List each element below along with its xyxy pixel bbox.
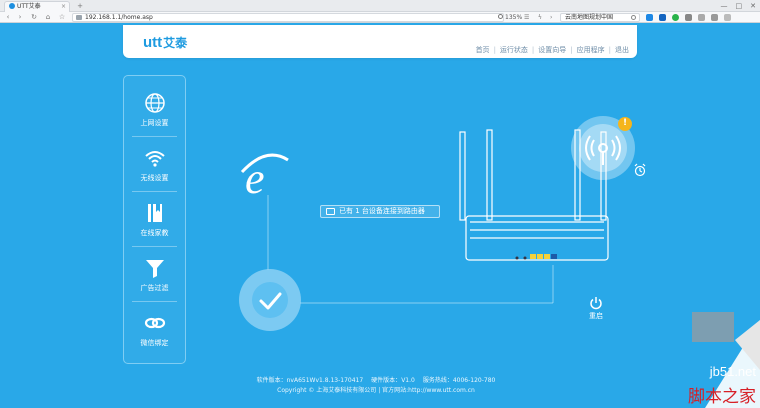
- alarm-clock-icon: [634, 163, 646, 177]
- sidebar-item-ad-filter[interactable]: 广告过滤: [128, 246, 181, 301]
- home-icon[interactable]: ⌂: [42, 12, 54, 23]
- chat-extension-icon[interactable]: [672, 14, 679, 21]
- globe-icon: [144, 93, 165, 113]
- address-input[interactable]: 192.168.1.1/home.asp: [72, 13, 504, 22]
- forward-icon[interactable]: ›: [14, 12, 26, 23]
- watermark-site: jb51.net: [709, 364, 756, 379]
- cart-extension-icon[interactable]: [711, 14, 718, 21]
- nav-separator: |: [570, 46, 573, 54]
- software-version: nvA651Wv1.8.13-170417: [286, 377, 364, 384]
- nav-separator: |: [531, 46, 535, 54]
- nav-separator: |: [608, 46, 611, 54]
- copyright-text: Copyright © 上海艾泰科技有限公司: [277, 387, 377, 394]
- sidebar-item-wechat-binding[interactable]: 微信绑定: [128, 301, 181, 356]
- hardware-version: V1.0: [401, 377, 415, 384]
- maximize-icon[interactable]: □: [736, 0, 743, 12]
- minimize-icon[interactable]: —: [721, 0, 728, 12]
- zoom-level: 135%: [505, 14, 523, 21]
- nav-logout[interactable]: 退出: [615, 46, 629, 55]
- translate-extension-icon[interactable]: [659, 14, 666, 21]
- sidebar-item-online-tutoring[interactable]: 在线家教: [128, 191, 181, 246]
- chevron-right-icon[interactable]: ›: [550, 12, 552, 23]
- hardware-version-label: 硬件版本：: [371, 377, 402, 384]
- power-icon: [590, 297, 602, 310]
- sidebar-item-label: 无线设置: [140, 174, 169, 182]
- hotline-label: 服务热线：: [422, 377, 453, 384]
- back-icon[interactable]: ‹: [2, 12, 14, 23]
- search-input[interactable]: 云南地图规划中国: [560, 13, 640, 22]
- browser-toolbar: ‹ › ↻ ⌂ ☆ 192.168.1.1/home.asp 135% ☰ ϟ …: [0, 12, 760, 23]
- logo-cn: 艾泰: [163, 36, 188, 50]
- new-tab-icon[interactable]: +: [74, 0, 86, 11]
- nav-applications[interactable]: 应用程序: [577, 46, 605, 55]
- nav-home[interactable]: 首页: [476, 46, 490, 55]
- sidebar: 上网设置 无线设置 在线家教 广告过滤 微信绑定: [123, 75, 186, 364]
- browser-tab[interactable]: UTT艾泰 ×: [4, 1, 70, 12]
- connected-devices-message[interactable]: 已有 1 台设备连接到路由器: [320, 205, 440, 218]
- wifi-icon: [144, 151, 165, 167]
- nav-setup-wizard[interactable]: 设置向导: [538, 46, 566, 55]
- software-version-label: 软件版本：: [256, 377, 287, 384]
- footer-copyright-line: Copyright © 上海艾泰科技有限公司 | 官方网站:http://www…: [277, 387, 475, 394]
- tab-title: UTT艾泰: [17, 3, 41, 10]
- monitor-icon: [326, 208, 335, 215]
- sidebar-item-label: 微信绑定: [140, 339, 169, 347]
- page-icon: [76, 15, 82, 20]
- search-text: 云南地图规划中国: [565, 14, 614, 21]
- zoom-indicator[interactable]: 135%: [498, 12, 522, 23]
- zoom-icon: [498, 14, 503, 19]
- hotline: 4006-120-780: [452, 377, 496, 384]
- footer-version-line: 软件版本：nvA651Wv1.8.13-170417 硬件版本：V1.0 服务热线：…: [186, 376, 566, 386]
- utt-favicon-icon: [9, 3, 15, 9]
- connected-check-icon: [239, 269, 301, 331]
- extension-icons: [646, 12, 731, 23]
- official-site-link[interactable]: http://www.utt.com.cn: [408, 387, 475, 394]
- menu-extension-icon[interactable]: [724, 14, 731, 21]
- utt-logo: utt艾泰: [143, 34, 187, 51]
- tab-close-icon[interactable]: ×: [61, 2, 66, 12]
- search-icon: [631, 15, 636, 20]
- router-ports-icon: [515, 254, 557, 260]
- chain-link-icon: [144, 317, 165, 329]
- internet-explorer-icon: e: [240, 153, 289, 203]
- lightning-icon[interactable]: ϟ: [538, 12, 542, 23]
- translate-icon[interactable]: ☰: [524, 12, 529, 23]
- book-icon: [147, 204, 162, 222]
- scissors-extension-icon[interactable]: [698, 14, 705, 21]
- router-header: utt艾泰 首页 | 运行状态 | 设置向导 | 应用程序 | 退出: [123, 25, 637, 58]
- footer: 软件版本：nvA651Wv1.8.13-170417 硬件版本：V1.0 服务热线：…: [186, 376, 566, 396]
- nav-status[interactable]: 运行状态: [500, 46, 528, 55]
- sidebar-item-wireless-settings[interactable]: 无线设置: [128, 136, 181, 191]
- sidebar-item-internet-settings[interactable]: 上网设置: [128, 83, 181, 136]
- logo-text: utt: [143, 34, 163, 51]
- play-extension-icon[interactable]: [646, 14, 653, 21]
- address-text: 192.168.1.1/home.asp: [85, 14, 153, 21]
- sidebar-item-label: 在线家教: [140, 229, 169, 237]
- reboot-button[interactable]: 重启: [585, 296, 607, 321]
- sidebar-item-label: 广告过滤: [140, 284, 169, 292]
- bookmark-icon[interactable]: ☆: [56, 12, 68, 23]
- browser-tab-bar: UTT艾泰 × + — □ ✕: [0, 0, 760, 12]
- screenshot-extension-icon[interactable]: [685, 14, 692, 21]
- nav-separator: |: [493, 46, 496, 54]
- top-navigation: 首页 | 运行状态 | 设置向导 | 应用程序 | 退出: [476, 46, 629, 55]
- network-topology: e: [239, 116, 646, 331]
- watermark: jb51.net 脚本之家: [628, 364, 760, 408]
- alert-badge-text: !: [622, 118, 628, 128]
- official-site-label: 官方网站:: [382, 387, 409, 394]
- filter-funnel-icon: [145, 260, 164, 278]
- reload-icon[interactable]: ↻: [28, 12, 40, 23]
- reboot-label: 重启: [589, 312, 603, 320]
- sidebar-item-label: 上网设置: [140, 119, 169, 127]
- connected-devices-text: 已有 1 台设备连接到路由器: [339, 207, 425, 215]
- watermark-name: 脚本之家: [688, 387, 756, 407]
- window-controls: — □ ✕: [721, 0, 757, 12]
- close-window-icon[interactable]: ✕: [750, 0, 756, 12]
